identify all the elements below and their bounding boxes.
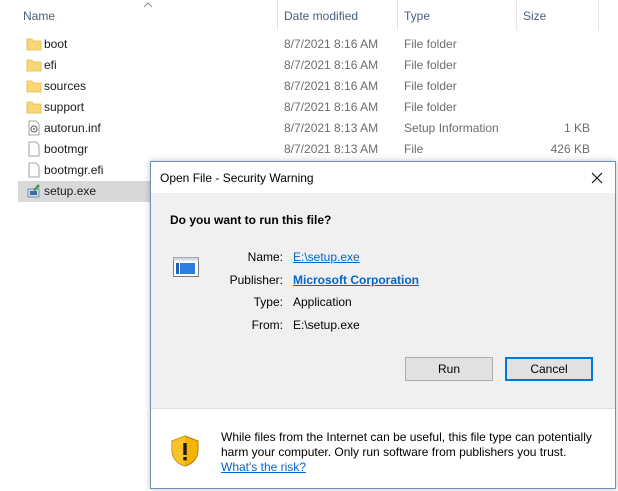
file-date: 8/7/2021 8:16 AM: [284, 100, 379, 114]
file-row-efi[interactable]: efi 8/7/2021 8:16 AM File folder: [18, 55, 608, 76]
whats-the-risk-link[interactable]: What's the risk?: [221, 460, 306, 474]
file-type: Setup Information: [404, 121, 499, 135]
column-divider[interactable]: [397, 0, 398, 30]
sort-ascending-icon: [143, 2, 153, 8]
run-button[interactable]: Run: [405, 357, 493, 381]
file-row-bootmgr[interactable]: bootmgr 8/7/2021 8:13 AM File 426 KB: [18, 139, 608, 160]
file-date: 8/7/2021 8:16 AM: [284, 58, 379, 72]
column-type[interactable]: Type: [404, 9, 430, 23]
type-value: Application: [293, 295, 352, 309]
file-date: 8/7/2021 8:13 AM: [284, 121, 379, 135]
file-row-bootmgr-efi[interactable]: bootmgr.efi: [18, 160, 150, 181]
file-name: setup.exe: [44, 184, 97, 198]
publisher-label: Publisher:: [229, 273, 283, 287]
column-size[interactable]: Size: [523, 9, 546, 23]
file-row-support[interactable]: support 8/7/2021 8:16 AM File folder: [18, 97, 608, 118]
file-row-setup-exe[interactable]: setup.exe: [18, 181, 150, 202]
file-type: File folder: [404, 100, 457, 114]
column-name[interactable]: Name: [23, 9, 55, 23]
name-label: Name:: [247, 250, 283, 264]
file-name: autorun.inf: [44, 121, 101, 135]
security-warning-dialog: Open File - Security Warning Do you want…: [150, 161, 616, 489]
publisher-value-link[interactable]: Microsoft Corporation: [293, 273, 419, 287]
column-header-bar: Name Date modified Type Size: [0, 0, 618, 30]
setup-info-icon: [28, 120, 40, 136]
warning-text: While files from the Internet can be use…: [221, 430, 592, 459]
file-date: 8/7/2021 8:13 AM: [284, 142, 379, 156]
file-type: File: [404, 142, 424, 156]
warning-panel: While files from the Internet can be use…: [151, 409, 615, 488]
name-value-link[interactable]: E:\setup.exe: [293, 250, 360, 264]
file-row-sources[interactable]: sources 8/7/2021 8:16 AM File folder: [18, 76, 608, 97]
file-row-boot[interactable]: boot 8/7/2021 8:16 AM File folder: [18, 34, 608, 55]
setup-exe-icon: [27, 184, 40, 198]
folder-icon: [26, 101, 42, 114]
file-date: 8/7/2021 8:16 AM: [284, 79, 379, 93]
file-type: File folder: [404, 37, 457, 51]
file-type: File folder: [404, 58, 457, 72]
folder-icon: [26, 80, 42, 93]
file-date: 8/7/2021 8:16 AM: [284, 37, 379, 51]
file-icon: [28, 141, 40, 157]
column-date-modified[interactable]: Date modified: [284, 9, 358, 23]
from-value: E:\setup.exe: [293, 318, 360, 332]
column-divider[interactable]: [277, 0, 278, 30]
column-divider[interactable]: [516, 0, 517, 30]
dialog-question: Do you want to run this file?: [170, 213, 332, 227]
cancel-button[interactable]: Cancel: [505, 357, 593, 381]
file-name: boot: [44, 37, 68, 51]
file-name: bootmgr.efi: [44, 163, 104, 177]
file-row-autorun[interactable]: autorun.inf 8/7/2021 8:13 AM Setup Infor…: [18, 118, 608, 139]
application-icon: [173, 257, 199, 277]
file-size: 1 KB: [563, 121, 590, 135]
type-label: Type:: [253, 295, 283, 309]
dialog-title: Open File - Security Warning: [160, 171, 314, 185]
file-icon: [28, 162, 40, 178]
file-size: 426 KB: [550, 142, 590, 156]
warning-shield-icon: [171, 435, 199, 467]
from-label: From:: [251, 318, 283, 332]
file-type: File folder: [404, 79, 457, 93]
dialog-titlebar[interactable]: Open File - Security Warning: [151, 162, 615, 193]
file-name: efi: [44, 58, 57, 72]
file-name: bootmgr: [44, 142, 89, 156]
folder-icon: [26, 38, 42, 51]
file-name: sources: [44, 79, 87, 93]
folder-icon: [26, 59, 42, 72]
file-name: support: [44, 100, 85, 114]
close-icon[interactable]: [587, 168, 607, 188]
column-divider[interactable]: [598, 0, 599, 30]
